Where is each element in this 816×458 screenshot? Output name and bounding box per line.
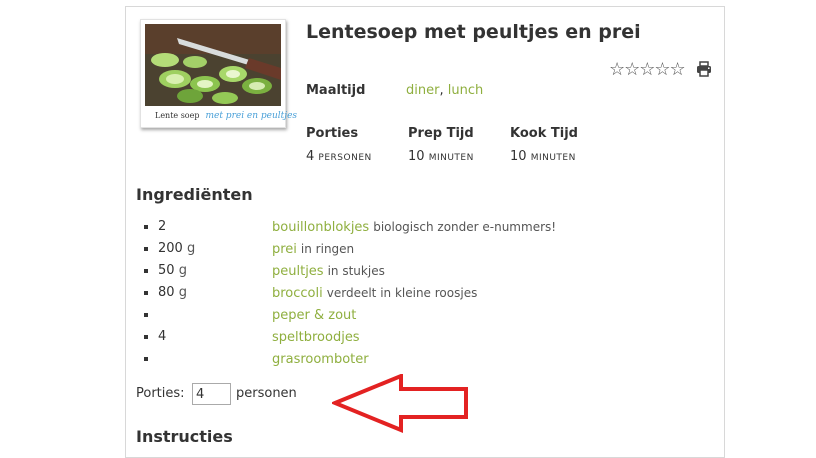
stat-unit: personen <box>318 153 372 163</box>
list-bullet <box>144 269 148 273</box>
stat-unit: minuten <box>428 153 474 163</box>
amount-unit: g <box>178 285 187 300</box>
stat-number: 10 <box>510 149 527 164</box>
stat-unit: minuten <box>530 153 576 163</box>
meal-label: Maaltijd <box>306 83 366 98</box>
amount-value: 200 <box>158 241 183 256</box>
list-bullet <box>144 247 148 251</box>
ingredient-note: biologisch zonder e-nummers! <box>373 220 557 234</box>
ingredient-link[interactable]: grasroomboter <box>272 352 369 367</box>
ingredient-link[interactable]: peper & zout <box>272 308 356 323</box>
ingredient-name-link: peultjes in stukjes <box>272 261 385 282</box>
ingredient-name-link: peper & zout <box>272 305 360 326</box>
ingredient-name-link: bouillonblokjes biologisch zonder e-numme… <box>272 217 556 238</box>
ingredient-name-link: broccoli verdeelt in kleine roosjes <box>272 283 477 304</box>
stat-prep-time: Prep Tijd 10 minuten <box>408 126 474 164</box>
recipe-title: Lentesoep met peultjes en prei <box>306 21 641 43</box>
stat-value: 10 minuten <box>510 149 578 164</box>
ingredient-row: 50 g peultjes in stukjes <box>136 261 696 281</box>
ingredient-row: 80 g broccoli verdeelt in kleine roosjes <box>136 283 696 303</box>
stat-label: Prep Tijd <box>408 126 474 141</box>
stat-label: Kook Tijd <box>510 126 578 141</box>
amount-value: 80 <box>158 285 175 300</box>
meal-values: diner, lunch <box>406 83 483 98</box>
ingredient-name-link: speltbroodjes <box>272 327 364 348</box>
stat-number: 4 <box>306 149 315 164</box>
meal-separator: , <box>439 83 444 98</box>
list-bullet <box>144 335 148 339</box>
ingredient-row: 2 bouillonblokjes biologisch zonder e-num… <box>136 217 696 237</box>
servings-unit: personen <box>236 386 297 401</box>
amount-value: 4 <box>158 329 167 344</box>
amount-unit: g <box>186 241 196 256</box>
ingredient-link[interactable]: peultjes <box>272 264 324 279</box>
recipe-image: Lente soep met prei en peultjes <box>140 19 297 128</box>
leek-photo-illustration <box>145 24 281 106</box>
ingredient-amount: 2 <box>158 217 166 237</box>
ingredient-amount: 4 <box>158 327 166 347</box>
ingredient-amount: 50 g <box>158 261 187 281</box>
amount-value: 2 <box>158 219 167 234</box>
recipe-image-caption: Lente soep met prei en peultjes <box>145 108 297 124</box>
ingredients-heading: Ingrediënten <box>136 185 253 204</box>
image-caption-part-2: met prei en peultjes <box>205 111 298 121</box>
ingredient-link[interactable]: prei <box>272 242 297 257</box>
list-bullet <box>144 225 148 229</box>
image-caption-part-1: Lente soep <box>155 111 200 120</box>
ingredient-row: grasroomboter <box>136 349 696 369</box>
stat-cook-time: Kook Tijd 10 minuten <box>510 126 578 164</box>
ingredient-link[interactable]: bouillonblokjes <box>272 220 369 235</box>
ingredient-note: verdeelt in kleine roosjes <box>326 286 478 300</box>
instructions-heading: Instructies <box>136 427 233 446</box>
stat-value: 10 minuten <box>408 149 474 164</box>
ingredient-row: peper & zout <box>136 305 696 325</box>
recipe-photo <box>145 24 281 106</box>
amount-value: 50 <box>158 263 175 278</box>
ingredient-name-link: grasroomboter <box>272 349 373 370</box>
ingredient-name-link: prei in ringen <box>272 239 354 260</box>
ingredient-note: in stukjes <box>327 264 385 278</box>
list-bullet <box>144 357 148 361</box>
rating-stars[interactable]: ☆☆☆☆☆ <box>609 59 686 80</box>
servings-label: Porties: <box>136 386 185 401</box>
print-icon[interactable] <box>696 61 712 77</box>
list-bullet <box>144 291 148 295</box>
ingredient-amount: 80 g <box>158 283 187 303</box>
servings-input[interactable] <box>192 383 231 405</box>
ingredient-amount: 200 g <box>158 239 195 259</box>
stat-label: Porties <box>306 126 359 141</box>
ingredient-link[interactable]: broccoli <box>272 286 323 301</box>
stat-value: 4 personen <box>306 149 372 164</box>
list-bullet <box>144 313 148 317</box>
ingredient-row: 200 g prei in ringen <box>136 239 696 259</box>
amount-unit: g <box>178 263 187 278</box>
meal-link-lunch[interactable]: lunch <box>448 83 483 98</box>
ingredient-note: in ringen <box>300 242 355 256</box>
meal-link-diner[interactable]: diner <box>406 83 439 98</box>
stat-porties: Porties 4 personen <box>306 126 372 164</box>
ingredient-row: 4 speltbroodjes <box>136 327 696 347</box>
ingredient-link[interactable]: speltbroodjes <box>272 330 360 345</box>
stat-number: 10 <box>408 149 425 164</box>
annotation-arrow-icon <box>332 374 468 433</box>
